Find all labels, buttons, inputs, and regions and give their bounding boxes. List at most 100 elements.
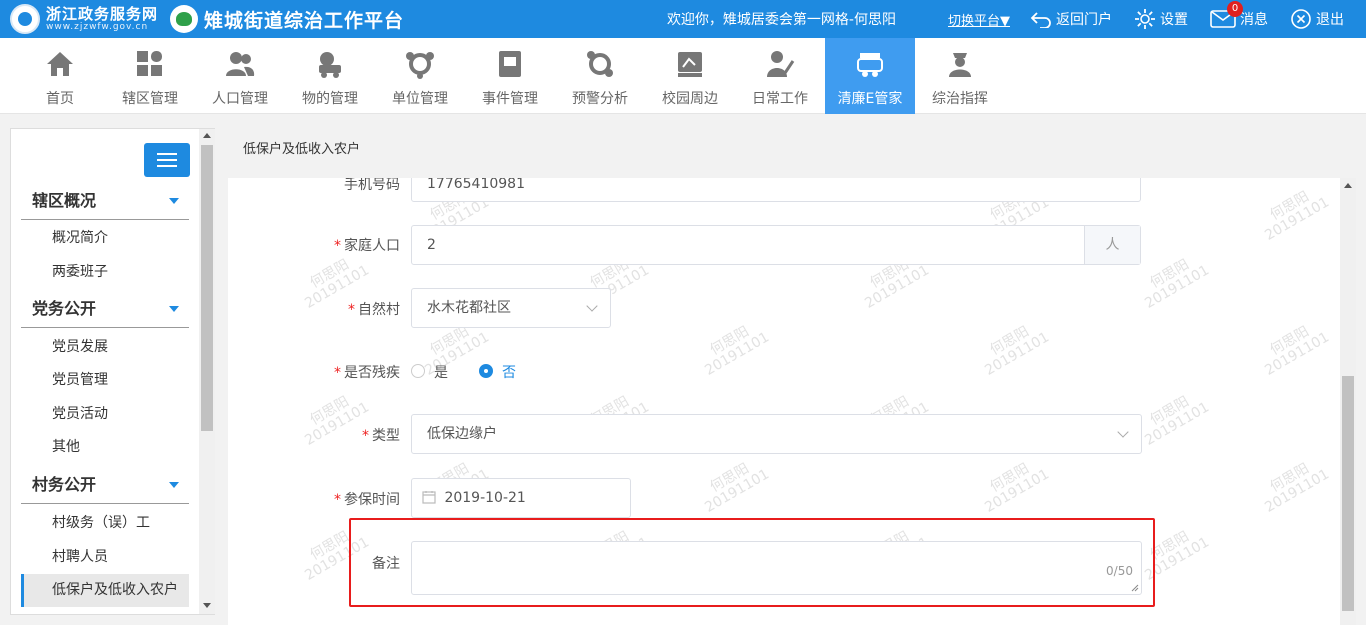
nav-events[interactable]: 事件管理 xyxy=(465,38,555,114)
disabled-label: * 是否残疾 xyxy=(334,365,400,381)
sidebar-scrollbar[interactable] xyxy=(199,129,215,614)
nav-label: 物的管理 xyxy=(302,91,358,107)
sidebar-item-other[interactable]: 其他 xyxy=(21,431,189,464)
sidebar-item-party-activity[interactable]: 党员活动 xyxy=(21,398,189,431)
radio-no[interactable] xyxy=(479,364,493,378)
menu-toggle-button[interactable] xyxy=(144,143,190,177)
household-value: 2 xyxy=(427,237,436,253)
scrollbar-thumb[interactable] xyxy=(1342,376,1354,611)
back-portal-label: 返回门户 xyxy=(1056,12,1112,28)
sidebar-item-hired-staff[interactable]: 村聘人员 xyxy=(21,541,189,574)
nav-units[interactable]: 单位管理 xyxy=(375,38,465,114)
watermark: 何思阳20191101 xyxy=(1262,323,1332,379)
watermark: 何思阳20191101 xyxy=(982,460,1052,516)
back-arrow-icon xyxy=(1030,12,1051,28)
household-input[interactable]: 2 人 xyxy=(411,225,1141,265)
content-scrollbar[interactable] xyxy=(1340,178,1356,625)
home-icon xyxy=(47,52,73,76)
settings-button[interactable]: 设置 xyxy=(1134,8,1188,30)
welcome-text: 欢迎你，雉城居委会第一网格-何思阳 xyxy=(666,12,896,28)
type-select[interactable]: 低保边缘户 xyxy=(411,414,1142,454)
portal-domain: www.zjzwfw.gov.cn xyxy=(46,21,149,32)
watermark: 何思阳20191101 xyxy=(1262,188,1332,244)
top-bar: 浙江政务服务网 www.zjzwfw.gov.cn 雉城街道综治工作平台 欢迎你… xyxy=(0,0,1366,38)
nav-district[interactable]: 辖区管理 xyxy=(105,38,195,114)
section-title: 村务公开 xyxy=(32,475,97,494)
nav-label: 预警分析 xyxy=(572,91,628,107)
nav-command[interactable]: 综治指挥 xyxy=(915,38,1005,114)
type-label: * 类型 xyxy=(362,428,400,444)
commander-icon xyxy=(949,53,971,77)
required-mark: * xyxy=(362,428,369,444)
sidebar-section-district[interactable]: 辖区概况 xyxy=(21,182,189,220)
messages-label: 消息 xyxy=(1240,12,1268,28)
calendar-icon xyxy=(422,491,436,504)
sidebar-section-village[interactable]: 村务公开 xyxy=(21,466,189,504)
section-title: 党务公开 xyxy=(32,299,97,318)
sidebar: 辖区概况 概况简介 两委班子 党务公开 党员发展 党员管理 党员活动 其他 村务… xyxy=(10,128,215,615)
village-value: 水木花都社区 xyxy=(427,300,511,316)
sidebar-item-village-work[interactable]: 村级务（误）工 xyxy=(21,507,189,540)
scrollbar-thumb[interactable] xyxy=(201,145,213,431)
book-icon xyxy=(499,51,521,77)
back-portal-button[interactable]: 返回门户 xyxy=(1030,9,1112,29)
radio-no-label[interactable]: 否 xyxy=(502,362,516,382)
nav-home[interactable]: 首页 xyxy=(15,38,105,114)
logout-button[interactable]: 退出 xyxy=(1290,8,1344,30)
hamburger-icon xyxy=(157,165,177,167)
gear-icon xyxy=(1135,9,1155,29)
school-icon xyxy=(678,52,702,77)
warning-icon xyxy=(587,51,613,77)
scroll-up-icon[interactable] xyxy=(1344,183,1352,188)
nav-label: 综治指挥 xyxy=(932,91,988,107)
settings-label: 设置 xyxy=(1160,12,1188,28)
caret-down-icon xyxy=(169,198,179,204)
scroll-down-icon[interactable] xyxy=(203,603,211,608)
nav-things[interactable]: 物的管理 xyxy=(285,38,375,114)
nav-daily-work[interactable]: 日常工作 xyxy=(735,38,825,114)
sidebar-item-low-income[interactable]: 低保户及低收入农户 xyxy=(21,574,189,607)
required-mark: * xyxy=(334,365,341,381)
sidebar-item-overview[interactable]: 概况简介 xyxy=(21,222,189,255)
required-mark: * xyxy=(348,302,355,318)
village-select[interactable]: 水木花都社区 xyxy=(411,288,611,328)
sidebar-item-committee[interactable]: 两委班子 xyxy=(21,256,189,289)
chevron-down-icon xyxy=(1117,426,1129,438)
radio-yes[interactable] xyxy=(411,364,425,378)
sidebar-item-party-development[interactable]: 党员发展 xyxy=(21,331,189,364)
watermark: 何思阳20191101 xyxy=(1262,460,1332,516)
sidebar-item-party-management[interactable]: 党员管理 xyxy=(21,364,189,397)
watermark: 何思阳20191101 xyxy=(1142,393,1212,449)
nav-warning[interactable]: 预警分析 xyxy=(555,38,645,114)
phone-input[interactable]: 17765410981 xyxy=(411,178,1141,202)
caret-down-icon xyxy=(169,482,179,488)
nav-population[interactable]: 人口管理 xyxy=(195,38,285,114)
insured-date-picker[interactable]: 2019-10-21 xyxy=(411,478,631,518)
chevron-down-icon xyxy=(586,300,598,312)
messages-button[interactable]: 0 消息 xyxy=(1210,1,1268,29)
highlight-box xyxy=(349,518,1155,607)
nav-label: 校园周边 xyxy=(662,91,718,107)
platform-title: 雉城街道综治工作平台 xyxy=(204,9,405,32)
switch-platform-link[interactable]: 切换平台▼ xyxy=(948,10,1010,29)
organization-icon xyxy=(406,52,434,79)
platform-logo: 雉城街道综治工作平台 xyxy=(170,5,404,33)
radio-yes-label[interactable]: 是 xyxy=(434,362,448,382)
nav-label: 首页 xyxy=(46,91,74,107)
section-title: 辖区概况 xyxy=(32,191,97,210)
sidebar-section-party[interactable]: 党务公开 xyxy=(21,290,189,328)
required-mark: * xyxy=(334,238,341,254)
watermark: 何思阳20191101 xyxy=(702,323,772,379)
message-count-badge: 0 xyxy=(1227,1,1243,17)
portal-name: 浙江政务服务网 xyxy=(46,4,159,23)
nav-label: 人口管理 xyxy=(212,91,268,107)
insured-date-value: 2019-10-21 xyxy=(444,490,526,506)
nav-campus[interactable]: 校园周边 xyxy=(645,38,735,114)
scroll-up-icon[interactable] xyxy=(203,133,211,138)
nav-integrity-butler[interactable]: 清廉E管家 xyxy=(825,38,915,114)
insured-date-label: * 参保时间 xyxy=(334,492,400,508)
portal-logo[interactable]: 浙江政务服务网 www.zjzwfw.gov.cn xyxy=(10,4,158,34)
leaf-icon xyxy=(170,5,198,33)
breadcrumb: 低保户及低收入农户 xyxy=(243,142,361,157)
nav-label: 辖区管理 xyxy=(122,91,178,107)
